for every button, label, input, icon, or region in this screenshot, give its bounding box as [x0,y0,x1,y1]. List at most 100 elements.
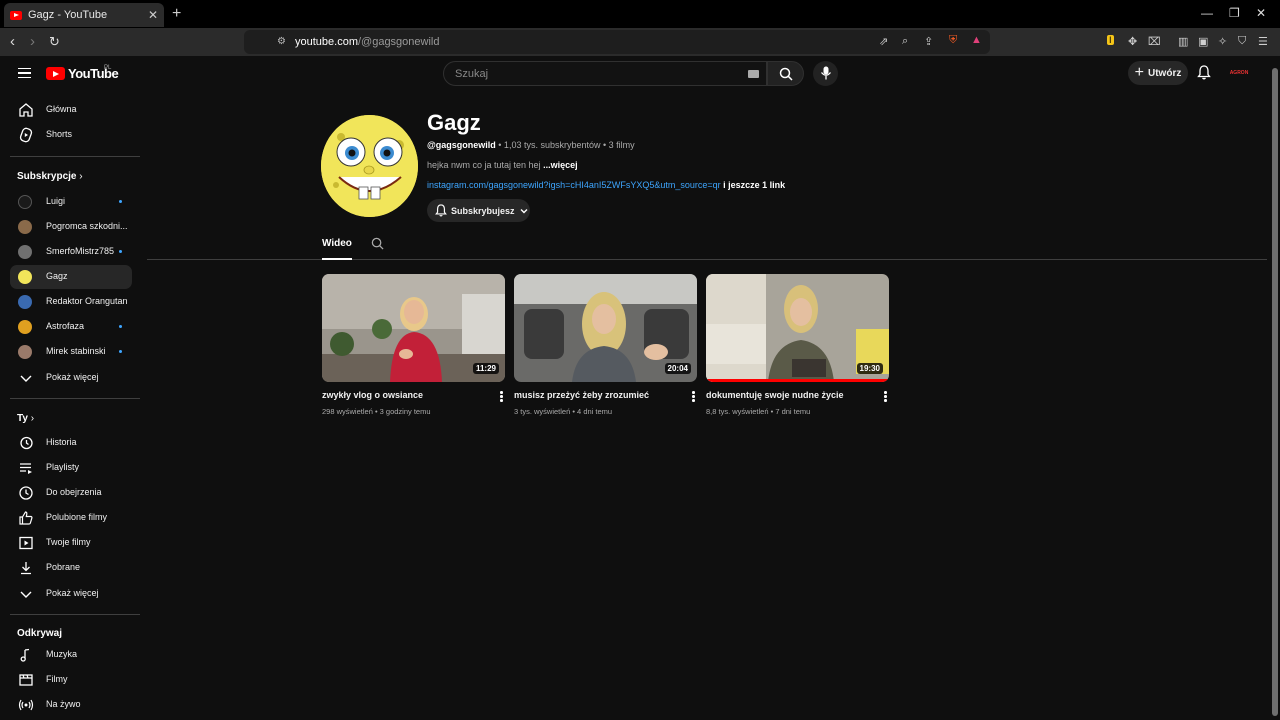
video-title[interactable]: zwykły vlog o owsiance [322,390,423,400]
wallet-icon[interactable]: ▣ [1198,35,1208,48]
watch-later-icon [19,486,33,500]
video-more-options-icon[interactable] [692,391,695,403]
sidebar-item-music[interactable]: Muzyka [10,643,132,667]
subscriptions-heading[interactable]: Subskrypcje › [17,171,83,182]
you-heading[interactable]: Ty › [17,413,34,424]
address-bar[interactable]: ⚙ youtube.com/@gagsgonewild ⇗ ⌕ ⇪ ⛨ ▲ [244,30,990,54]
brave-shields-icon[interactable]: ⛨ [949,34,957,47]
channel-name: Gagz [427,110,481,135]
voice-search-button[interactable] [813,61,838,86]
search-icon [779,67,793,81]
search-input[interactable]: Szukaj [443,61,767,86]
shorts-icon [19,127,33,143]
create-button[interactable]: + Utwórz [1128,61,1188,85]
url-text: youtube.com/@gagsgonewild [295,36,440,48]
channel-meta: @gagsgonewild • 1,03 tys. subskrybentów … [427,140,635,150]
channel-search-icon[interactable] [371,237,384,250]
video-title[interactable]: musisz przeżyć żeby zrozumieć [514,390,649,400]
sidebar-item-subscription[interactable]: SmerfoMistrz785 [10,240,132,264]
channel-avatar [18,345,32,359]
video-more-options-icon[interactable] [500,391,503,403]
tab-videos[interactable]: Wideo [322,238,352,260]
sidebar: Główna Shorts Subskrypcje › Luigi Pogrom… [0,92,140,720]
sidebar-item-live[interactable]: Na żywo [10,693,132,717]
leo-ai-icon[interactable]: ✧ [1218,35,1227,48]
chevron-down-icon [20,375,32,382]
sidebar-item-shorts[interactable]: Shorts [10,123,132,147]
chevron-down-icon [520,208,528,213]
sidebar-item-home[interactable]: Główna [10,98,132,122]
page-scrollbar[interactable] [1270,56,1280,720]
video-title[interactable]: dokumentuję swoje nudne życie [706,390,844,400]
menu-icon[interactable]: ☰ [1258,35,1268,48]
browser-tab[interactable]: Gagz - YouTube ✕ [4,3,164,27]
video-thumbnail[interactable]: 19:30 [706,274,889,382]
scrollbar-thumb[interactable] [1272,68,1278,716]
more-links[interactable]: i jeszcze 1 link [721,180,785,190]
sidebar-item-playlists[interactable]: Playlisty [10,456,132,480]
sidebar-item-subscription-active[interactable]: Gagz [10,265,132,289]
sidebar-item-subscription[interactable]: Mirek stabinski [10,340,132,364]
video-more-options-icon[interactable] [884,391,887,403]
youtube-header: YouTube PL Szukaj [0,56,1270,92]
tab-title: Gagz - YouTube [28,9,108,21]
show-more-you[interactable]: Pokaż więcej [10,582,132,606]
extension-icon[interactable]: I [1107,35,1114,45]
sidebar-item-subscription[interactable]: Astrofaza [10,315,132,339]
sidebar-toggle-icon[interactable]: ▥ [1178,35,1188,48]
sidebar-divider [10,614,140,615]
vpn-icon[interactable]: ⛉ [1238,35,1246,48]
zoom-icon[interactable]: ⌕ [902,35,908,48]
sidebar-item-subscription[interactable]: Pogromca szkodni... [10,215,132,239]
browser-toolbar: ‹ › ↻ 🔖︎ ⚙ youtube.com/@gagsgonewild ⇗ ⌕… [0,28,1280,56]
history-icon [20,436,33,450]
back-icon[interactable]: ‹ [10,33,15,51]
restore-icon[interactable]: ❐ [1229,6,1240,20]
sidebar-item-watch-later[interactable]: Do obejrzenia [10,481,132,505]
show-more-subscriptions[interactable]: Pokaż więcej [10,366,132,390]
video-thumbnail[interactable]: 20:04 [514,274,697,382]
home-icon [19,103,33,117]
search-button[interactable] [767,61,804,86]
like-icon [19,511,33,525]
brave-rewards-icon[interactable]: ▲ [971,34,982,46]
video-duration: 11:29 [472,363,499,374]
subscribed-button[interactable]: Subskrybujesz [427,199,530,222]
bell-icon [435,204,447,217]
extensions-puzzle-icon[interactable]: ✥ [1128,35,1137,48]
sidebar-item-history[interactable]: Historia [10,431,132,455]
sidebar-item-liked[interactable]: Polubione filmy [10,506,132,530]
video-duration: 20:04 [664,363,691,374]
instagram-link[interactable]: instagram.com/gagsgonewild?igsh=cHI4anI5… [427,180,721,190]
minimize-icon[interactable]: — [1201,6,1213,20]
account-avatar[interactable]: AGRON [1230,65,1249,81]
new-tab-icon[interactable]: + [172,5,181,23]
close-tab-icon[interactable]: ✕ [148,8,158,22]
search-placeholder: Szukaj [455,68,489,80]
subscribe-label: Subskrybujesz [451,205,515,216]
plus-icon: + [1134,64,1144,81]
sidebar-item-downloads[interactable]: Pobrane [10,556,132,580]
video-thumbnail[interactable]: 11:29 [322,274,505,382]
reload-icon[interactable]: ↻ [49,33,60,51]
hamburger-menu-icon[interactable] [18,68,31,78]
site-settings-icon[interactable]: ⚙ [277,36,286,47]
forward-icon[interactable]: › [30,33,35,51]
sidebar-item-movies[interactable]: Filmy [10,668,132,692]
sidebar-item-your-videos[interactable]: Twoje filmy [10,531,132,555]
share-icon[interactable]: ⇪ [924,35,933,48]
video-meta: 8,8 tys. wyświetleń • 7 dni temu [706,407,811,416]
sidebar-item-subscription[interactable]: Redaktor Orangutan [10,290,132,314]
keyboard-icon[interactable] [748,70,759,78]
close-window-icon[interactable]: ✕ [1256,6,1266,20]
download-icon [21,562,31,575]
translate-icon[interactable]: ⌧ [1148,35,1161,48]
sidebar-item-subscription[interactable]: Luigi [10,190,132,214]
explore-heading: Odkrywaj [17,628,63,639]
your-videos-icon [19,536,33,550]
open-in-app-icon[interactable]: ⇗ [879,35,888,48]
channel-description[interactable]: hejka nwm co ja tutaj ten hej ...więcej [427,160,578,170]
channel-links[interactable]: instagram.com/gagsgonewild?igsh=cHI4anI5… [427,180,785,190]
video-meta: 298 wyświetleń • 3 godziny temu [322,407,431,416]
notifications-bell-icon[interactable] [1197,65,1211,80]
